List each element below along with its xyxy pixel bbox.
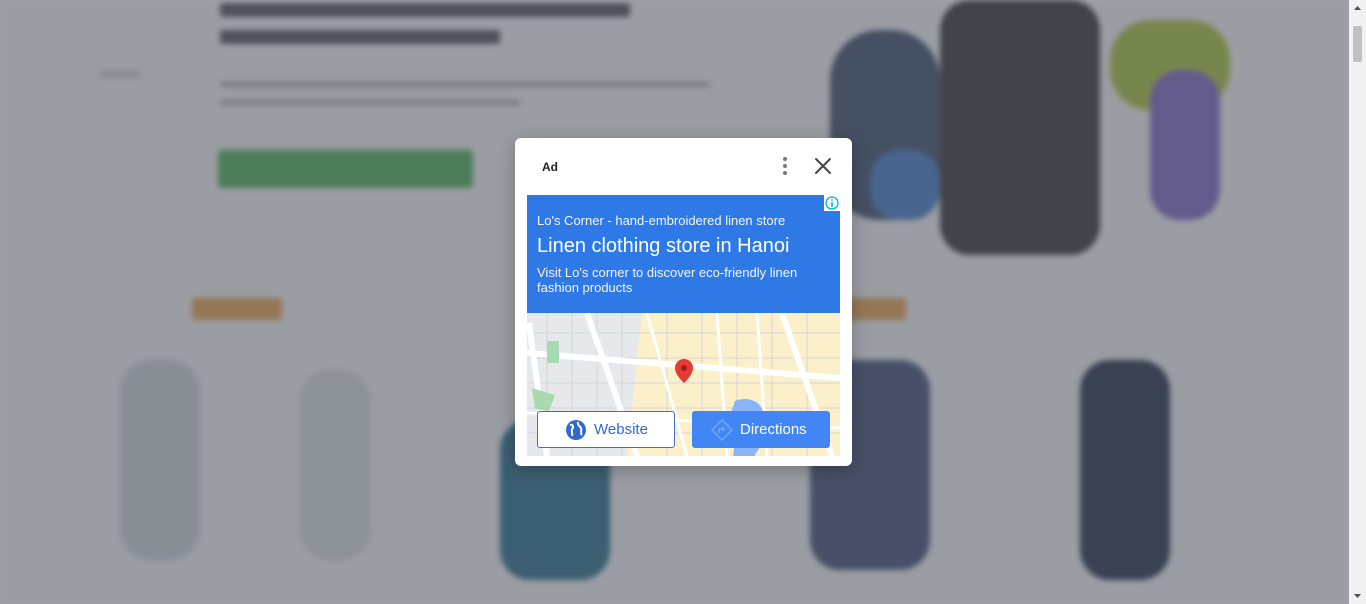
scroll-down-arrow-icon[interactable] <box>1349 587 1366 604</box>
directions-button[interactable]: Directions <box>692 411 830 448</box>
page-scrollbar[interactable] <box>1349 0 1366 604</box>
ad-label: Ad <box>542 160 558 174</box>
ad-header[interactable]: Lo's Corner - hand-embroidered linen sto… <box>527 195 840 313</box>
website-button-label: Website <box>594 421 648 438</box>
ad-headline[interactable]: Linen clothing store in Hanoi <box>537 235 789 258</box>
directions-button-label: Directions <box>740 421 807 438</box>
globe-icon <box>566 419 586 440</box>
website-button[interactable]: Website <box>537 411 675 448</box>
ad-description: Visit Lo's corner to discover eco-friend… <box>537 265 798 295</box>
kebab-menu-icon[interactable] <box>774 154 796 178</box>
scroll-up-arrow-icon[interactable] <box>1349 0 1366 17</box>
close-icon[interactable] <box>811 154 835 178</box>
scroll-thumb[interactable] <box>1353 26 1362 62</box>
directions-icon <box>711 418 733 441</box>
advertiser-name: Lo's Corner - hand-embroidered linen sto… <box>537 213 786 228</box>
ad-creative[interactable]: Lo's Corner - hand-embroidered linen sto… <box>527 195 840 456</box>
ad-dialog: Ad Lo's Corner - hand-embroidered linen … <box>515 138 852 466</box>
info-icon[interactable] <box>824 195 840 211</box>
